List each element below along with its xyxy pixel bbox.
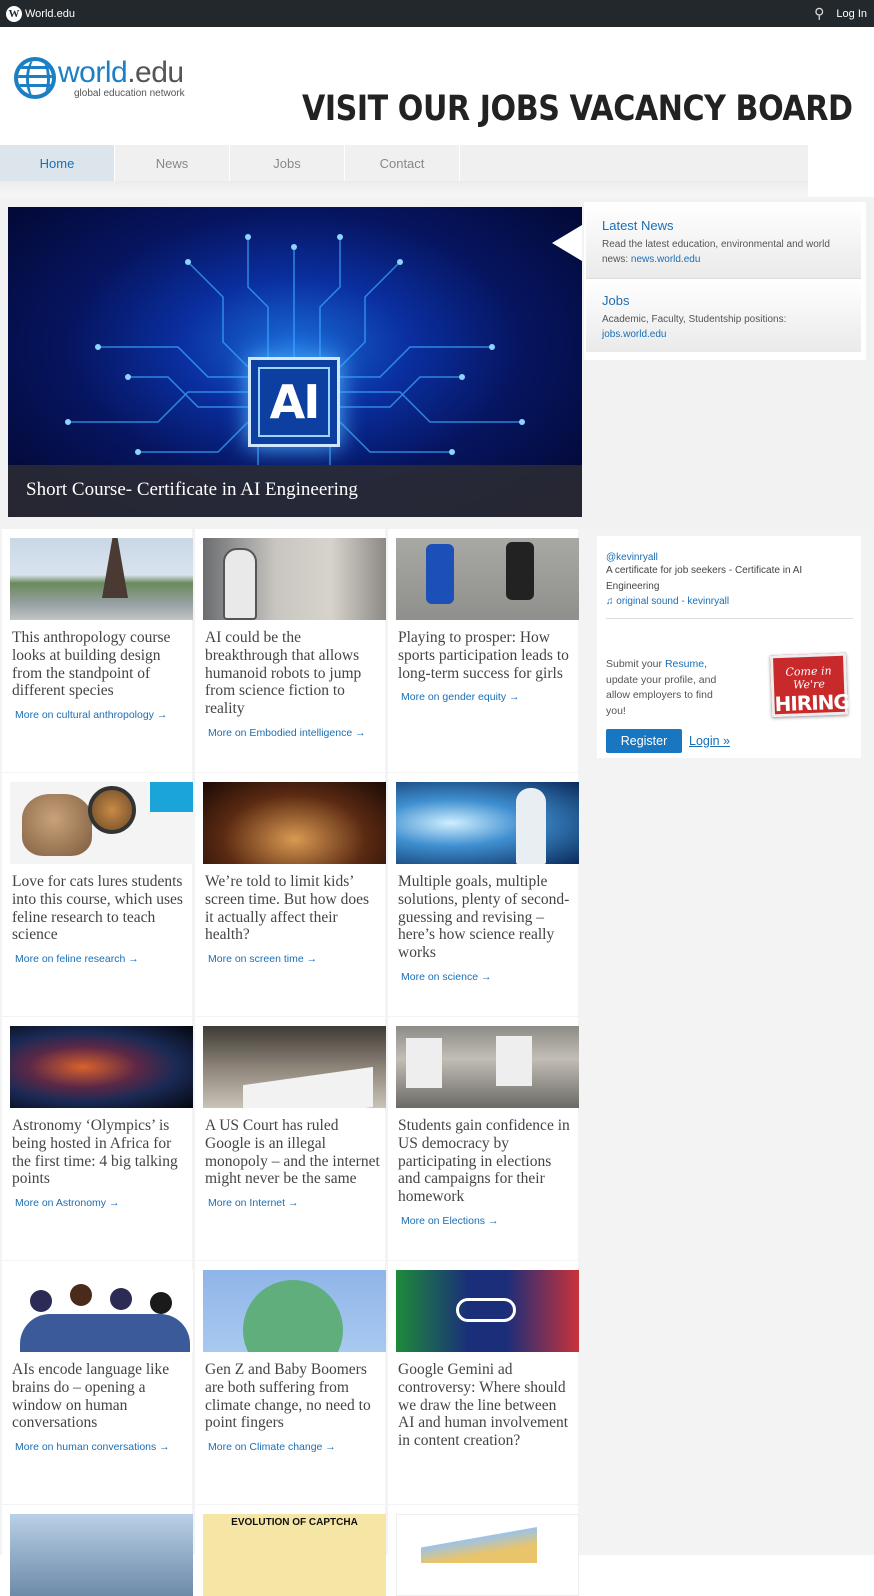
- article-thumbnail[interactable]: [10, 538, 193, 620]
- article-thumbnail[interactable]: [396, 538, 579, 620]
- article-category-link[interactable]: More on cultural anthropology →: [2, 700, 192, 721]
- article-card[interactable]: A US Court has ruled Google is an illega…: [195, 1017, 386, 1260]
- logo-edu: .edu: [127, 55, 184, 89]
- hiring-sign-image: Come in We're HIRING: [769, 652, 849, 718]
- article-card[interactable]: Love for cats lures students into this c…: [2, 773, 193, 1016]
- article-category-link[interactable]: More on Elections →: [388, 1206, 578, 1227]
- widget-description: A certificate for job seekers - Certific…: [606, 565, 803, 592]
- site-name-link[interactable]: World.edu: [25, 8, 75, 20]
- admin-bar: W World.edu ⚲ Log In: [0, 0, 874, 27]
- slider-pointer: [552, 225, 582, 261]
- article-title[interactable]: AI could be the breakthrough that allows…: [195, 620, 385, 718]
- article-card[interactable]: Google Gemini ad controversy: Where shou…: [388, 1261, 579, 1504]
- globe-icon: [14, 57, 56, 99]
- side-panel: Latest News Read the latest education, e…: [584, 202, 866, 360]
- article-title[interactable]: Gen Z and Baby Boomers are both sufferin…: [195, 1352, 385, 1432]
- article-grid: This anthropology course looks at buildi…: [0, 529, 874, 1596]
- article-category-link[interactable]: More on feline research →: [2, 944, 192, 965]
- nav-contact[interactable]: Contact: [345, 145, 460, 181]
- site-header: world.edu global education network VISIT…: [0, 27, 874, 145]
- nav-jobs[interactable]: Jobs: [230, 145, 345, 181]
- jobs-block: Jobs Academic, Faculty, Studentship posi…: [586, 278, 861, 352]
- ai-chip: AI: [248, 357, 340, 447]
- article-card[interactable]: Students gain confidence in US democracy…: [388, 1017, 579, 1260]
- jobs-text: Academic, Faculty, Studentship positions…: [602, 314, 787, 325]
- article-thumbnail[interactable]: [396, 782, 579, 864]
- article-thumbnail[interactable]: [396, 1514, 579, 1596]
- main-nav: Home News Jobs Contact: [0, 145, 808, 181]
- login-link[interactable]: Log In: [836, 8, 867, 20]
- jobs-title[interactable]: Jobs: [602, 293, 845, 308]
- article-card[interactable]: Gen Z and Baby Boomers are both sufferin…: [195, 1261, 386, 1504]
- article-thumbnail[interactable]: [396, 1270, 579, 1352]
- article-thumbnail[interactable]: [203, 538, 386, 620]
- article-category-link[interactable]: More on Climate change →: [195, 1432, 385, 1453]
- widget-username[interactable]: @kevinryall: [606, 552, 853, 563]
- resume-link[interactable]: Resume: [665, 658, 704, 670]
- article-thumbnail[interactable]: [10, 782, 193, 864]
- logo-tagline: global education network: [74, 87, 185, 99]
- article-card[interactable]: [388, 1505, 579, 1596]
- article-card[interactable]: AI could be the breakthrough that allows…: [195, 529, 386, 772]
- article-title[interactable]: Google Gemini ad controversy: Where shou…: [388, 1352, 578, 1450]
- jobs-banner[interactable]: VISIT OUR JOBS VACANCY BOARD: [302, 89, 853, 129]
- latest-news-title[interactable]: Latest News: [602, 218, 845, 233]
- widget-login-link[interactable]: Login »: [689, 734, 730, 748]
- logo-word: world: [58, 55, 128, 89]
- article-thumbnail[interactable]: [203, 782, 386, 864]
- article-thumbnail[interactable]: EVOLUTION OF CAPTCHA: [203, 1514, 386, 1596]
- site-logo[interactable]: world.edu global education network: [14, 57, 185, 99]
- article-title[interactable]: Love for cats lures students into this c…: [2, 864, 192, 944]
- article-title[interactable]: We’re told to limit kids’ screen time. B…: [195, 864, 385, 944]
- article-category-link[interactable]: More on human conversations →: [2, 1432, 192, 1453]
- article-card[interactable]: This anthropology course looks at buildi…: [2, 529, 193, 772]
- register-button[interactable]: Register: [606, 729, 682, 753]
- article-category-link[interactable]: More on Astronomy →: [2, 1188, 192, 1209]
- jobs-link[interactable]: jobs.world.edu: [602, 329, 666, 340]
- nav-news[interactable]: News: [115, 145, 230, 181]
- article-title[interactable]: Students gain confidence in US democracy…: [388, 1108, 578, 1206]
- hero-slide[interactable]: AI Short Course- Certificate in AI Engin…: [8, 207, 582, 517]
- nav-shadow: [0, 181, 808, 197]
- hero-section: AI Short Course- Certificate in AI Engin…: [0, 197, 874, 529]
- chip-label: AI: [258, 367, 330, 437]
- search-icon[interactable]: ⚲: [814, 5, 824, 22]
- article-category-link[interactable]: More on screen time →: [195, 944, 385, 965]
- article-thumbnail[interactable]: [396, 1026, 579, 1108]
- article-title[interactable]: This anthropology course looks at buildi…: [2, 620, 192, 700]
- article-card[interactable]: We’re told to limit kids’ screen time. B…: [195, 773, 386, 1016]
- article-thumbnail[interactable]: [203, 1026, 386, 1108]
- article-thumbnail[interactable]: [10, 1270, 193, 1352]
- article-card[interactable]: Playing to prosper: How sports participa…: [388, 529, 579, 772]
- article-thumbnail[interactable]: [203, 1270, 386, 1352]
- article-category-link[interactable]: More on gender equity →: [388, 682, 578, 703]
- article-title[interactable]: Playing to prosper: How sports participa…: [388, 620, 578, 682]
- article-card[interactable]: [2, 1505, 193, 1596]
- article-title[interactable]: A US Court has ruled Google is an illega…: [195, 1108, 385, 1188]
- article-card[interactable]: Astronomy ‘Olympics’ is being hosted in …: [2, 1017, 193, 1260]
- article-title[interactable]: Multiple goals, multiple solutions, plen…: [388, 864, 578, 962]
- latest-news-block: Latest News Read the latest education, e…: [586, 204, 861, 278]
- article-card[interactable]: EVOLUTION OF CAPTCHA: [195, 1505, 386, 1596]
- article-thumbnail[interactable]: [10, 1514, 193, 1596]
- wordpress-icon[interactable]: W: [6, 5, 22, 22]
- hero-caption[interactable]: Short Course- Certificate in AI Engineer…: [8, 465, 582, 517]
- captcha-thumb-text: EVOLUTION OF CAPTCHA: [231, 1517, 358, 1528]
- widget-divider: [606, 618, 853, 619]
- article-title[interactable]: Astronomy ‘Olympics’ is being hosted in …: [2, 1108, 192, 1188]
- article-category-link[interactable]: More on Embodied intelligence →: [195, 718, 385, 739]
- article-card[interactable]: Multiple goals, multiple solutions, plen…: [388, 773, 579, 1016]
- widget-sound-link[interactable]: ♫ original sound - kevinryall: [606, 596, 853, 607]
- article-thumbnail[interactable]: [10, 1026, 193, 1108]
- article-title[interactable]: AIs encode language like brains do – ope…: [2, 1352, 192, 1432]
- nav-home[interactable]: Home: [0, 145, 115, 181]
- article-card[interactable]: AIs encode language like brains do – ope…: [2, 1261, 193, 1504]
- tiktok-widget: @kevinryall A certificate for job seeker…: [597, 536, 861, 758]
- news-link[interactable]: news.world.edu: [631, 254, 700, 265]
- article-category-link[interactable]: More on science →: [388, 962, 578, 983]
- resume-text: Submit your Resume, update your profile,…: [606, 658, 717, 717]
- article-category-link[interactable]: More on Internet →: [195, 1188, 385, 1209]
